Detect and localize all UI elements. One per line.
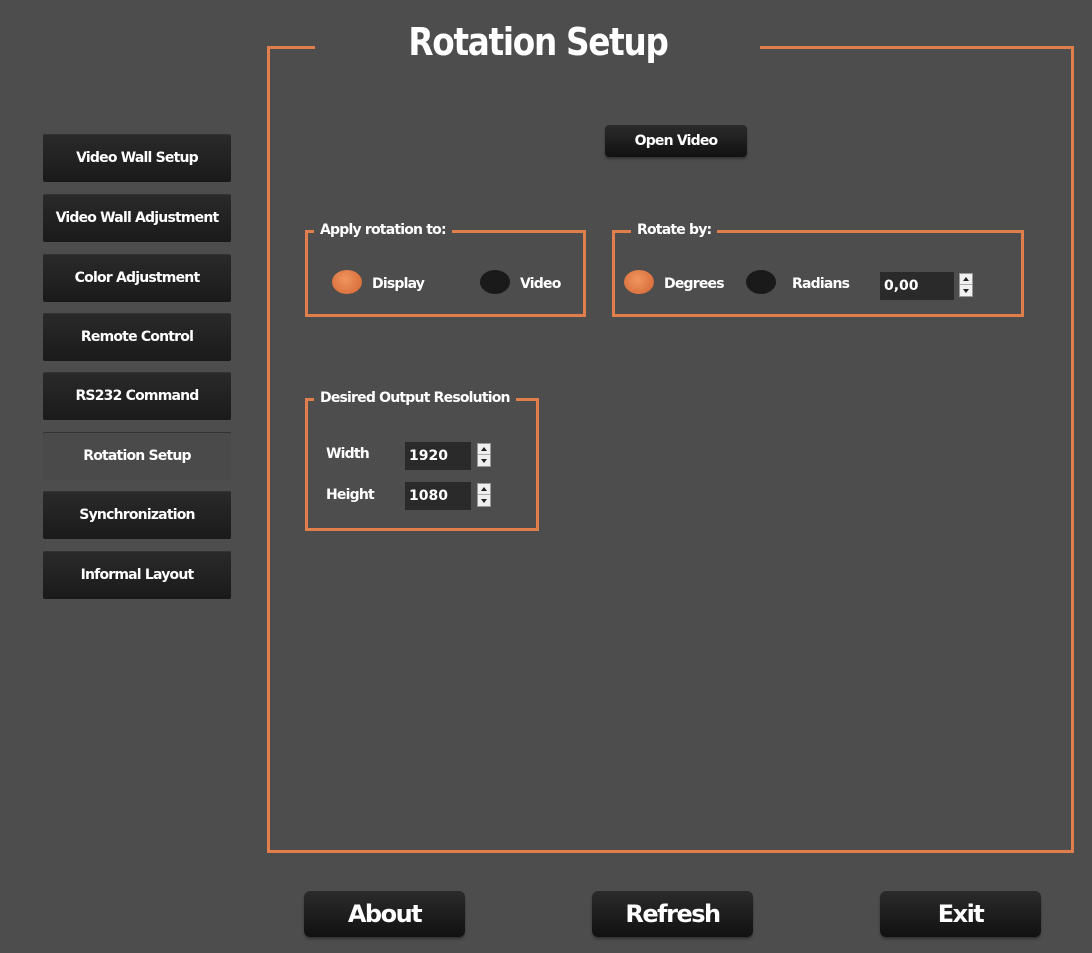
sidebar-item-synchronization[interactable]: Synchronization xyxy=(43,491,231,539)
page-title: Rotation Setup xyxy=(408,20,668,64)
sidebar-item-rs232-command[interactable]: RS232 Command xyxy=(43,372,231,420)
width-input[interactable]: 1920 xyxy=(405,442,471,470)
width-spinner[interactable] xyxy=(477,443,491,467)
about-button[interactable]: About xyxy=(304,891,465,937)
display-label: Display xyxy=(372,276,425,292)
sidebar-item-video-wall-adjustment[interactable]: Video Wall Adjustment xyxy=(43,194,231,242)
sidebar-item-informal-layout[interactable]: Informal Layout xyxy=(43,551,231,599)
height-spinner[interactable] xyxy=(477,483,491,507)
video-radio[interactable] xyxy=(480,270,510,294)
apply-rotation-title: Apply rotation to: xyxy=(314,222,452,238)
spinner-up-icon[interactable] xyxy=(478,484,490,495)
refresh-button[interactable]: Refresh xyxy=(592,891,753,937)
spinner-down-icon[interactable] xyxy=(478,455,490,466)
degrees-label: Degrees xyxy=(664,276,725,292)
sidebar-item-remote-control[interactable]: Remote Control xyxy=(43,313,231,361)
rotation-value-input[interactable]: 0,00 xyxy=(880,272,954,300)
spinner-up-icon[interactable] xyxy=(478,444,490,455)
display-radio[interactable] xyxy=(332,270,362,294)
height-input[interactable]: 1080 xyxy=(405,482,471,510)
video-label: Video xyxy=(520,276,561,292)
radians-label: Radians xyxy=(792,276,850,292)
spinner-down-icon[interactable] xyxy=(478,495,490,506)
resolution-title: Desired Output Resolution xyxy=(314,390,516,406)
sidebar-item-color-adjustment[interactable]: Color Adjustment xyxy=(43,254,231,302)
frame-top-left-edge xyxy=(267,46,315,49)
open-video-button[interactable]: Open Video xyxy=(605,125,747,157)
sidebar-item-rotation-setup[interactable]: Rotation Setup xyxy=(43,432,231,480)
height-label: Height xyxy=(326,487,375,503)
frame-top-right-edge xyxy=(760,46,1074,49)
radians-radio[interactable] xyxy=(746,270,776,294)
rotate-by-title: Rotate by: xyxy=(631,222,718,238)
spinner-up-icon[interactable] xyxy=(960,274,972,285)
sidebar-item-video-wall-setup[interactable]: Video Wall Setup xyxy=(43,134,231,182)
exit-button[interactable]: Exit xyxy=(880,891,1041,937)
width-label: Width xyxy=(326,446,370,462)
degrees-radio[interactable] xyxy=(624,270,654,294)
spinner-down-icon[interactable] xyxy=(960,285,972,296)
rotation-value-spinner[interactable] xyxy=(959,273,973,297)
